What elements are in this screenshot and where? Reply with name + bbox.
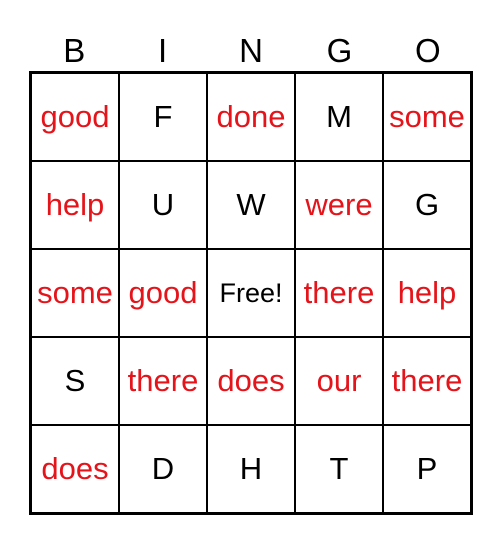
bingo-cell[interactable]: U bbox=[119, 161, 207, 249]
bingo-cell[interactable]: S bbox=[31, 337, 119, 425]
bingo-cell[interactable]: there bbox=[119, 337, 207, 425]
bingo-cell[interactable]: some bbox=[31, 249, 119, 337]
header-letter-b: B bbox=[63, 32, 86, 69]
header-letter-o: O bbox=[414, 32, 441, 69]
bingo-cell[interactable]: G bbox=[383, 161, 471, 249]
header-letter-i: I bbox=[158, 32, 168, 69]
bingo-cell[interactable]: H bbox=[207, 425, 295, 513]
bingo-cell[interactable]: some bbox=[383, 73, 471, 161]
bingo-cell[interactable]: P bbox=[383, 425, 471, 513]
bingo-cell[interactable]: F bbox=[119, 73, 207, 161]
bingo-cell[interactable]: good bbox=[31, 73, 119, 161]
bingo-cell[interactable]: were bbox=[295, 161, 383, 249]
bingo-cell[interactable]: M bbox=[295, 73, 383, 161]
bingo-cell[interactable]: D bbox=[119, 425, 207, 513]
free-space[interactable]: Free! bbox=[207, 249, 295, 337]
bingo-grid: good Fdone Msome help U Wwere Gsome good Free! th… bbox=[29, 71, 473, 515]
bingo-cell[interactable]: help bbox=[31, 161, 119, 249]
bingo-cell[interactable]: done bbox=[207, 73, 295, 161]
bingo-cell[interactable]: T bbox=[295, 425, 383, 513]
bingo-cell[interactable]: good bbox=[119, 249, 207, 337]
header-letter-n: N bbox=[239, 32, 263, 69]
bingo-header: BINGO bbox=[30, 30, 472, 72]
bingo-cell[interactable]: does bbox=[31, 425, 119, 513]
bingo-cell[interactable]: our bbox=[295, 337, 383, 425]
bingo-cell[interactable]: does bbox=[207, 337, 295, 425]
bingo-cell[interactable]: W bbox=[207, 161, 295, 249]
bingo-cell[interactable]: there bbox=[295, 249, 383, 337]
bingo-cell[interactable]: help bbox=[383, 249, 471, 337]
header-letter-g: G bbox=[326, 32, 353, 69]
bingo-cell[interactable]: there bbox=[383, 337, 471, 425]
